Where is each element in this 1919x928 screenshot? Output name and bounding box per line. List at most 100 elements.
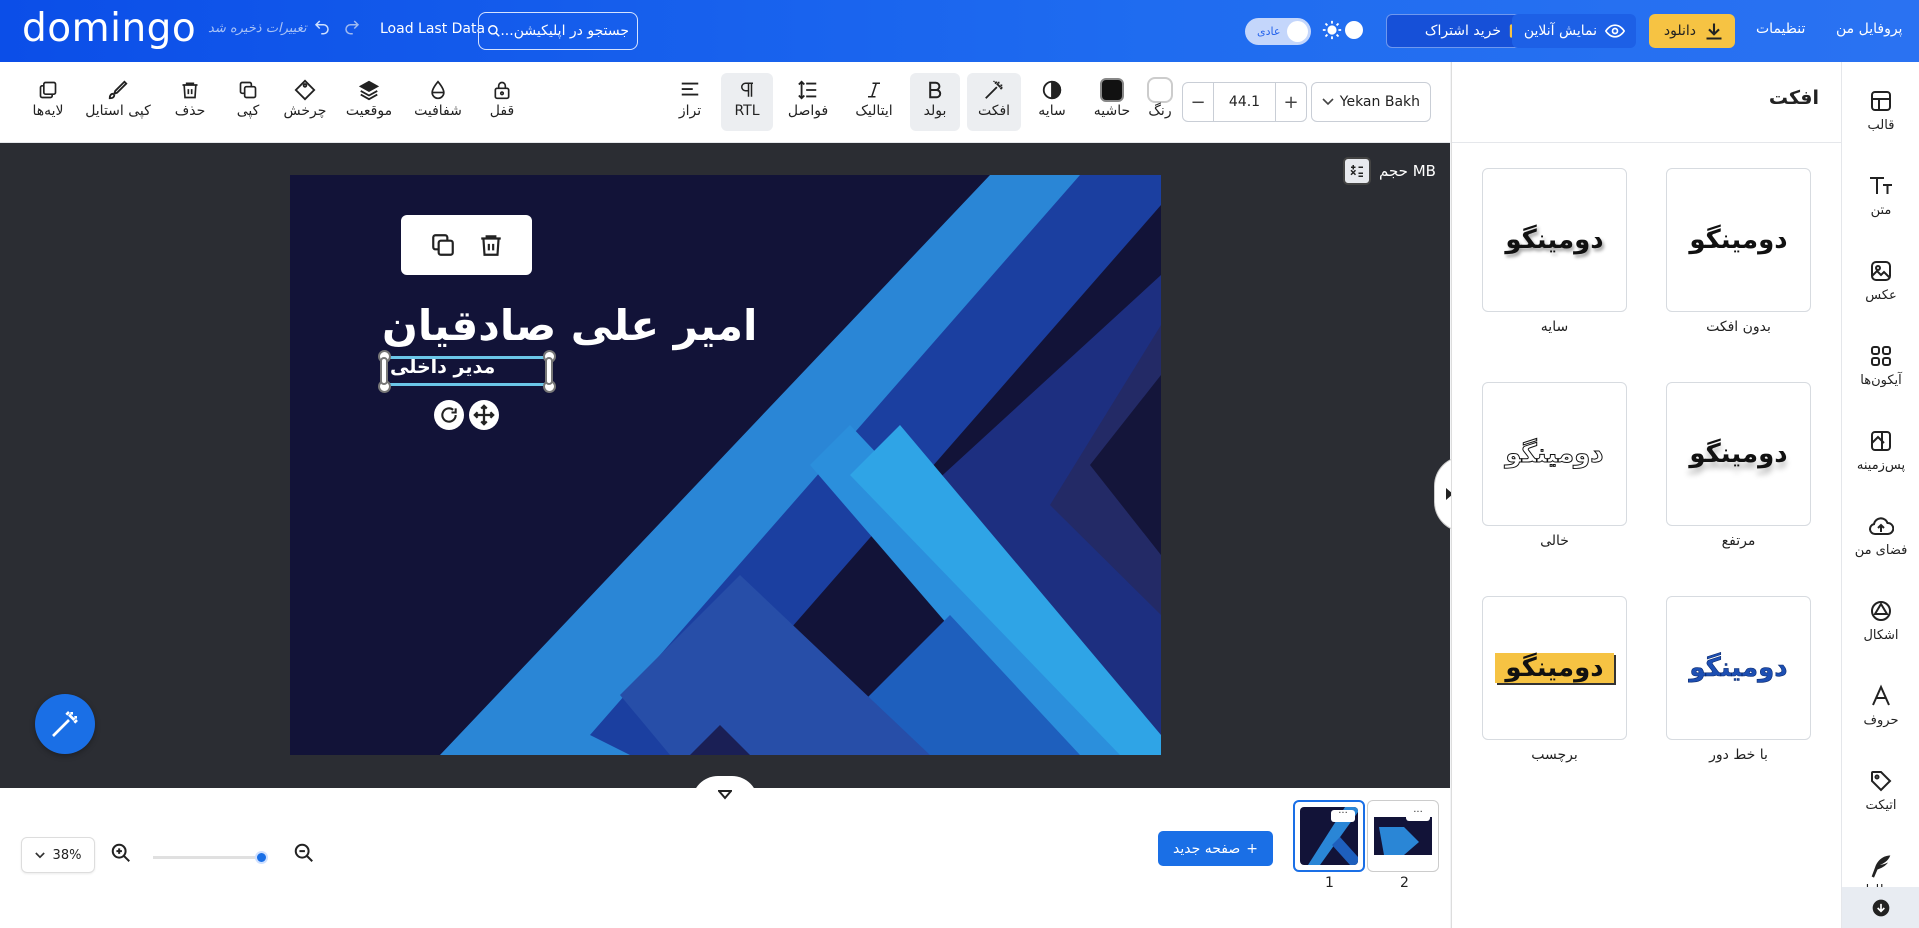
rtl-button[interactable]: RTL	[721, 73, 773, 131]
nav-item-letters[interactable]: حروف	[1842, 679, 1919, 728]
download-button[interactable]: دانلود	[1649, 14, 1735, 48]
search-input[interactable]: جستجو در اپلیکیشن...	[478, 12, 638, 50]
italic-button[interactable]: ایتالیک	[850, 73, 898, 131]
effect-label-hollow: خالی	[1540, 533, 1569, 549]
effect-sample-text: دومینگو	[1505, 439, 1604, 470]
nav-label: قالب	[1867, 118, 1895, 133]
color-label: رنگ	[1148, 103, 1172, 119]
lock-button[interactable]: قفل	[482, 73, 522, 131]
moon-icon[interactable]	[1345, 21, 1363, 39]
color-button[interactable]: رنگ	[1142, 73, 1178, 131]
rotate-handle-icon[interactable]	[434, 400, 464, 430]
resize-handle-right[interactable]	[545, 357, 553, 385]
more-icon[interactable]: ···	[1406, 808, 1430, 821]
effect-button[interactable]: افکت	[967, 73, 1021, 131]
font-family-select[interactable]: Yekan Bakh	[1311, 82, 1431, 122]
zoom-select[interactable]: 38%	[21, 837, 95, 873]
nav-item-shapes[interactable]: اشکال	[1842, 594, 1919, 643]
opacity-label: شفافیت	[414, 103, 462, 119]
nav-item-background[interactable]: پس‌زمینه	[1842, 424, 1919, 473]
trash-icon[interactable]	[478, 231, 504, 259]
new-page-button[interactable]: + صفحه جدید	[1158, 831, 1273, 866]
canvas-title-text[interactable]: امیر علی صادقیان	[382, 301, 758, 350]
magic-ai-button[interactable]	[35, 694, 95, 754]
page-thumbnail-1[interactable]: ···	[1293, 800, 1365, 872]
effect-label-lift: مرتفع	[1721, 533, 1756, 549]
font-size-stepper[interactable]: − 44.1 +	[1182, 82, 1307, 122]
position-button[interactable]: موقعیت	[343, 73, 395, 131]
zoom-out-icon[interactable]	[293, 842, 315, 864]
design-canvas[interactable]: امیر علی صادقیان مدیر داخلی	[290, 175, 1161, 755]
align-icon	[679, 77, 701, 103]
duplicate-icon[interactable]	[430, 232, 456, 258]
undo-icon[interactable]	[313, 18, 331, 36]
nav-item-photo[interactable]: عکس	[1842, 254, 1919, 303]
align-button[interactable]: تراز	[670, 73, 710, 131]
border-button[interactable]: حاشیه	[1088, 73, 1136, 131]
resize-handle-left[interactable]	[380, 357, 388, 385]
nav-item-icons[interactable]: آیکون‌ها	[1842, 339, 1919, 388]
increase-icon[interactable]: +	[1276, 92, 1306, 113]
shapes-icon	[1869, 594, 1893, 628]
nav-item-template[interactable]: قالب	[1842, 84, 1919, 133]
effect-card-hollow[interactable]: دومینگو	[1482, 382, 1627, 526]
profile-link[interactable]: پروفایل من	[1836, 21, 1902, 37]
zoom-slider[interactable]	[153, 851, 268, 864]
cloud-icon	[1868, 509, 1894, 543]
effect-card-lift[interactable]: دومینگو	[1666, 382, 1811, 526]
search-placeholder: جستجو در اپلیکیشن...	[500, 23, 629, 39]
sun-icon[interactable]	[1321, 19, 1343, 41]
nav-item-text[interactable]: متن	[1842, 169, 1919, 218]
font-size-value[interactable]: 44.1	[1213, 83, 1276, 121]
effect-card-outline[interactable]: دومینگو	[1666, 596, 1811, 740]
delete-button[interactable]: حذف	[172, 73, 208, 131]
load-last-data-button[interactable]: Load Last Data	[380, 21, 485, 37]
border-label: حاشیه	[1093, 103, 1131, 119]
page-thumbnail-2[interactable]: ···	[1367, 800, 1439, 872]
text-toolbar: لایه‌ها کپی استایل حذف کپی چرخش موقعیت ش…	[0, 62, 1450, 143]
layers-button[interactable]: لایه‌ها	[26, 73, 70, 131]
effect-card-shadow[interactable]: دومینگو	[1482, 168, 1627, 312]
font-family-value: Yekan Bakh	[1339, 94, 1420, 110]
move-handle-icon[interactable]	[469, 400, 499, 430]
pilcrow-icon	[738, 77, 756, 103]
scroll-down-button[interactable]	[1842, 887, 1919, 928]
logo[interactable]: domingo	[22, 6, 196, 51]
effect-card-none[interactable]: دومینگو	[1666, 168, 1811, 312]
copy-style-button[interactable]: کپی استایل	[84, 73, 152, 131]
lock-label: قفل	[489, 103, 515, 119]
magic-wand-icon	[983, 77, 1005, 103]
calculator-icon[interactable]	[1343, 157, 1371, 185]
nav-label: متن	[1870, 203, 1892, 218]
panel-title: افکت	[1768, 87, 1819, 109]
effect-card-label[interactable]: دومینگو	[1482, 596, 1627, 740]
stack-icon	[358, 77, 380, 103]
tag-icon	[1869, 764, 1893, 798]
copy-button[interactable]: کپی	[230, 73, 266, 131]
bold-button[interactable]: بولد	[910, 73, 960, 131]
online-preview-button[interactable]: نمایش آنلاین	[1512, 14, 1636, 48]
selection-box[interactable]	[384, 356, 549, 386]
spacing-button[interactable]: فواصل	[782, 73, 834, 131]
shadow-button[interactable]: سایه	[1032, 73, 1072, 131]
nav-item-my-space[interactable]: فضای من	[1842, 509, 1919, 558]
opacity-button[interactable]: شفافیت	[412, 73, 464, 131]
zoom-value: 38%	[52, 847, 82, 863]
rtl-label: RTL	[734, 103, 760, 119]
zoom-slider-thumb[interactable]	[255, 851, 268, 864]
rotate-button[interactable]: چرخش	[283, 73, 327, 131]
more-icon[interactable]: ···	[1331, 809, 1355, 822]
rotate-icon	[294, 77, 316, 103]
online-preview-label: نمایش آنلاین	[1523, 23, 1597, 39]
redo-icon[interactable]	[343, 18, 361, 36]
zoom-in-icon[interactable]	[110, 842, 132, 864]
copy-style-label: کپی استایل	[85, 103, 151, 119]
chevron-down-icon	[34, 851, 45, 859]
page-number-2: 2	[1400, 875, 1409, 891]
nav-item-tag[interactable]: اتیکت	[1842, 764, 1919, 813]
decrease-icon[interactable]: −	[1183, 92, 1213, 113]
arrow-down-icon	[1871, 898, 1891, 918]
spacing-icon	[797, 77, 819, 103]
settings-link[interactable]: تنظیمات	[1756, 21, 1805, 37]
theme-toggle[interactable]: عادی	[1245, 18, 1311, 45]
